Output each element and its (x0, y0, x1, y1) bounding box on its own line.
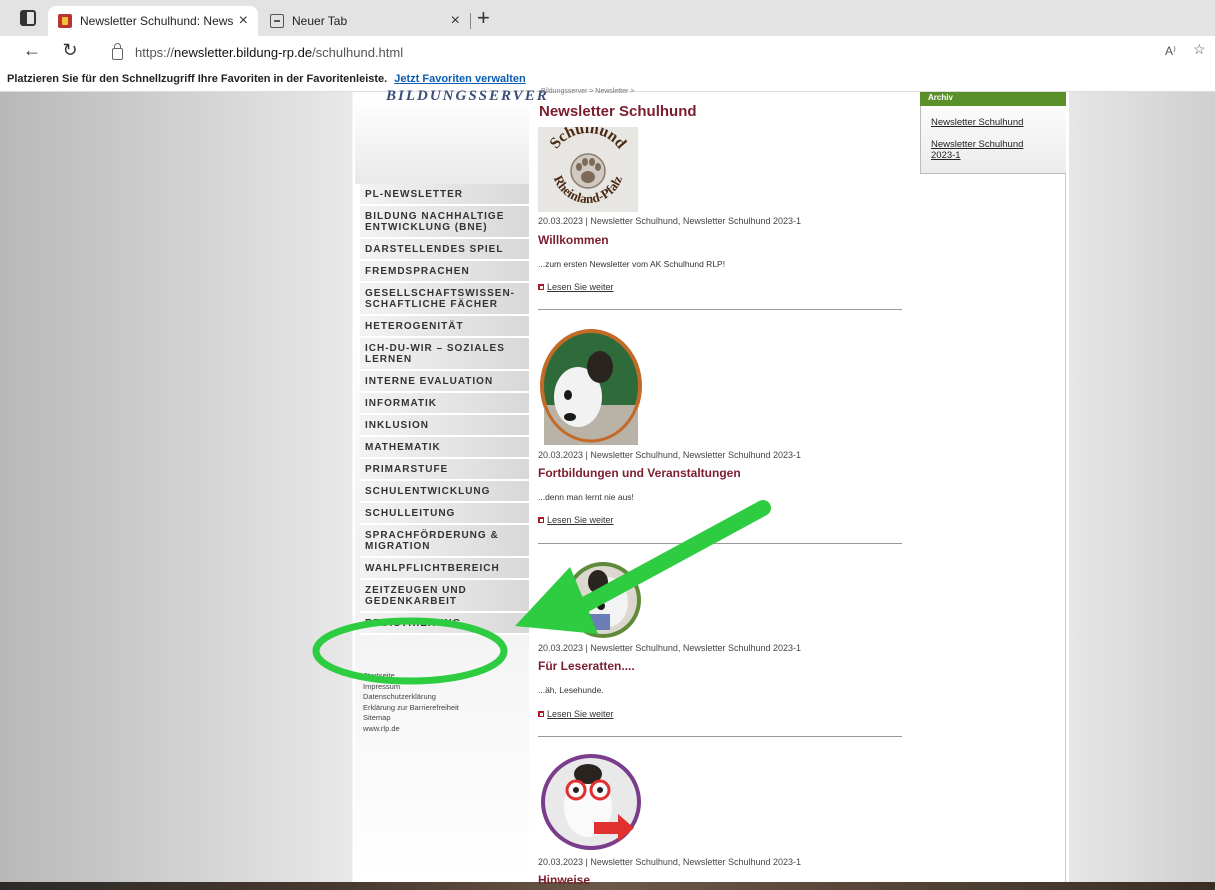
entry-title[interactable]: Für Leseratten.... (538, 659, 635, 673)
footer-link-barrierefreiheit[interactable]: Erklärung zur Barrierefreiheit (363, 703, 459, 714)
new-tab-favicon-icon (270, 14, 284, 28)
entry-meta: 20.03.2023 | Newsletter Schulhund, Newsl… (538, 216, 802, 226)
url-host: newsletter.bildung-rp.de (174, 44, 313, 60)
nav-item-soziales-lernen[interactable]: ICH-DU-WIR – SOZIALES LERNEN (360, 338, 529, 371)
address-bar: ← ↻ https://newsletter.bildung-rp.de/sch… (0, 36, 1215, 68)
manage-favorites-link[interactable]: Jetzt Favoriten verwalten (394, 73, 525, 85)
close-tab-icon[interactable]: × (239, 12, 248, 30)
page-title: Newsletter Schulhund (539, 103, 697, 120)
nav-item-wahlpflichtbereich[interactable]: WAHLPFLICHTBEREICH (360, 558, 529, 580)
site-favicon-icon (58, 14, 72, 28)
nav-item-heterogenitaet[interactable]: HETEROGENITÄT (360, 316, 529, 338)
favorite-star-icon[interactable]: ☆ (1193, 41, 1206, 58)
read-more-label: Lesen Sie weiter (547, 282, 614, 292)
nav-item-informatik[interactable]: INFORMATIK (360, 393, 529, 415)
footer-link-impressum[interactable]: Impressum (363, 682, 459, 693)
bullet-icon (538, 517, 544, 523)
entry-teaser: ...denn man lernt nie aus! (538, 492, 634, 502)
entry-divider (538, 543, 902, 544)
nav-item-registrierung[interactable]: REGISTRIERUNG (360, 613, 529, 635)
archive-heading: Archiv (920, 92, 1066, 106)
nav-item-mathematik[interactable]: MATHEMATIK (360, 437, 529, 459)
new-tab-button[interactable]: + (477, 6, 490, 30)
lock-icon (112, 42, 123, 60)
favorites-bar-text: Platzieren Sie für den Schnellzugriff Ih… (7, 73, 388, 85)
entry-title[interactable]: Fortbildungen und Veranstaltungen (538, 466, 741, 480)
read-more-label: Lesen Sie weiter (547, 515, 614, 525)
read-more-link[interactable]: Lesen Sie weiter (538, 282, 614, 292)
nav-item-bne[interactable]: BILDUNG NACHHALTIGE ENTWICKLUNG (BNE) (360, 206, 529, 239)
nav-item-darstellendes-spiel[interactable]: DARSTELLENDES SPIEL (360, 239, 529, 261)
main-nav: PL-NEWSLETTER BILDUNG NACHHALTIGE ENTWIC… (360, 184, 529, 635)
url-field[interactable]: https://newsletter.bildung-rp.de/schulhu… (100, 39, 1140, 65)
entry-divider (538, 309, 902, 310)
bullet-icon (538, 711, 544, 717)
reload-icon[interactable]: ↻ (58, 40, 82, 61)
entry-teaser: ...äh, Lesehunde. (538, 685, 604, 695)
bullet-icon (538, 284, 544, 290)
entry-title[interactable]: Willkommen (538, 233, 609, 247)
archive-link-2023-1[interactable]: Newsletter Schulhund 2023-1 (931, 139, 1046, 161)
footer-link-sitemap[interactable]: Sitemap (363, 713, 459, 724)
read-more-link[interactable]: Lesen Sie weiter (538, 709, 614, 719)
entry-title[interactable]: Hinweise (538, 873, 590, 887)
nav-item-gesellschaftswissenschaften[interactable]: GESELLSCHAFTSWISSEN-SCHAFTLICHE FÄCHER (360, 283, 529, 316)
tab-separator (470, 13, 471, 29)
tab-bar: Newsletter Schulhund: Newslette × Neuer … (0, 0, 1215, 36)
archive-link-schulhund[interactable]: Newsletter Schulhund (931, 117, 1023, 128)
site-logo[interactable]: BILDUNGSSERVER (386, 88, 549, 105)
entry-teaser: ...zum ersten Newsletter vom AK Schulhun… (538, 259, 726, 269)
nav-item-fremdsprachen[interactable]: FREMDSPRACHEN (360, 261, 529, 283)
url-path: /schulhund.html (312, 44, 404, 60)
footer-links: Startseite Impressum Datenschutzerklärun… (363, 671, 459, 734)
nav-item-pl-newsletter[interactable]: PL-NEWSLETTER (360, 184, 529, 206)
footer-link-datenschutz[interactable]: Datenschutzerklärung (363, 692, 459, 703)
tab-actions-icon[interactable] (20, 10, 36, 26)
nav-item-schulentwicklung[interactable]: SCHULENTWICKLUNG (360, 481, 529, 503)
footer-link-rlp[interactable]: www.rlp.de (363, 724, 459, 735)
back-arrow-icon[interactable]: ← (20, 40, 44, 61)
taskbar-strip (0, 882, 1215, 890)
nav-item-sprachfoerderung[interactable]: SPRACHFÖRDERUNG & MIGRATION (360, 525, 529, 558)
entry-meta: 20.03.2023 | Newsletter Schulhund, Newsl… (538, 643, 802, 653)
tab-title: Newsletter Schulhund: Newslette (80, 14, 233, 28)
nav-item-interne-evaluation[interactable]: INTERNE EVALUATION (360, 371, 529, 393)
nav-item-zeitzeugen[interactable]: ZEITZEUGEN UND GEDENKARBEIT (360, 580, 529, 613)
read-aloud-icon[interactable]: A⁾ (1165, 44, 1176, 58)
dog-reading-image (565, 562, 641, 638)
footer-link-startseite[interactable]: Startseite (363, 671, 459, 682)
logo-area (355, 100, 529, 184)
close-tab-icon[interactable]: × (451, 12, 460, 30)
dog-glasses-image (541, 754, 641, 850)
nav-item-primarstufe[interactable]: PRIMARSTUFE (360, 459, 529, 481)
tab-newsletter[interactable]: Newsletter Schulhund: Newslette × (48, 6, 258, 36)
entry-meta: 20.03.2023 | Newsletter Schulhund, Newsl… (538, 857, 802, 867)
nav-item-schulleitung[interactable]: SCHULLEITUNG (360, 503, 529, 525)
read-more-link[interactable]: Lesen Sie weiter (538, 515, 614, 525)
tab-title: Neuer Tab (292, 14, 348, 28)
tab-new[interactable]: Neuer Tab × (260, 6, 470, 36)
entry-divider (538, 736, 902, 737)
read-more-label: Lesen Sie weiter (547, 709, 614, 719)
breadcrumb[interactable]: Bildungsserver > Newsletter > (541, 88, 634, 95)
url-scheme: https:// (135, 44, 175, 60)
dog-chalkboard-image (540, 329, 642, 445)
entry-meta: 20.03.2023 | Newsletter Schulhund, Newsl… (538, 450, 802, 460)
nav-item-inklusion[interactable]: INKLUSION (360, 415, 529, 437)
schulhund-logo-image: Schulhund Rheinland-Pfalz (538, 127, 638, 212)
